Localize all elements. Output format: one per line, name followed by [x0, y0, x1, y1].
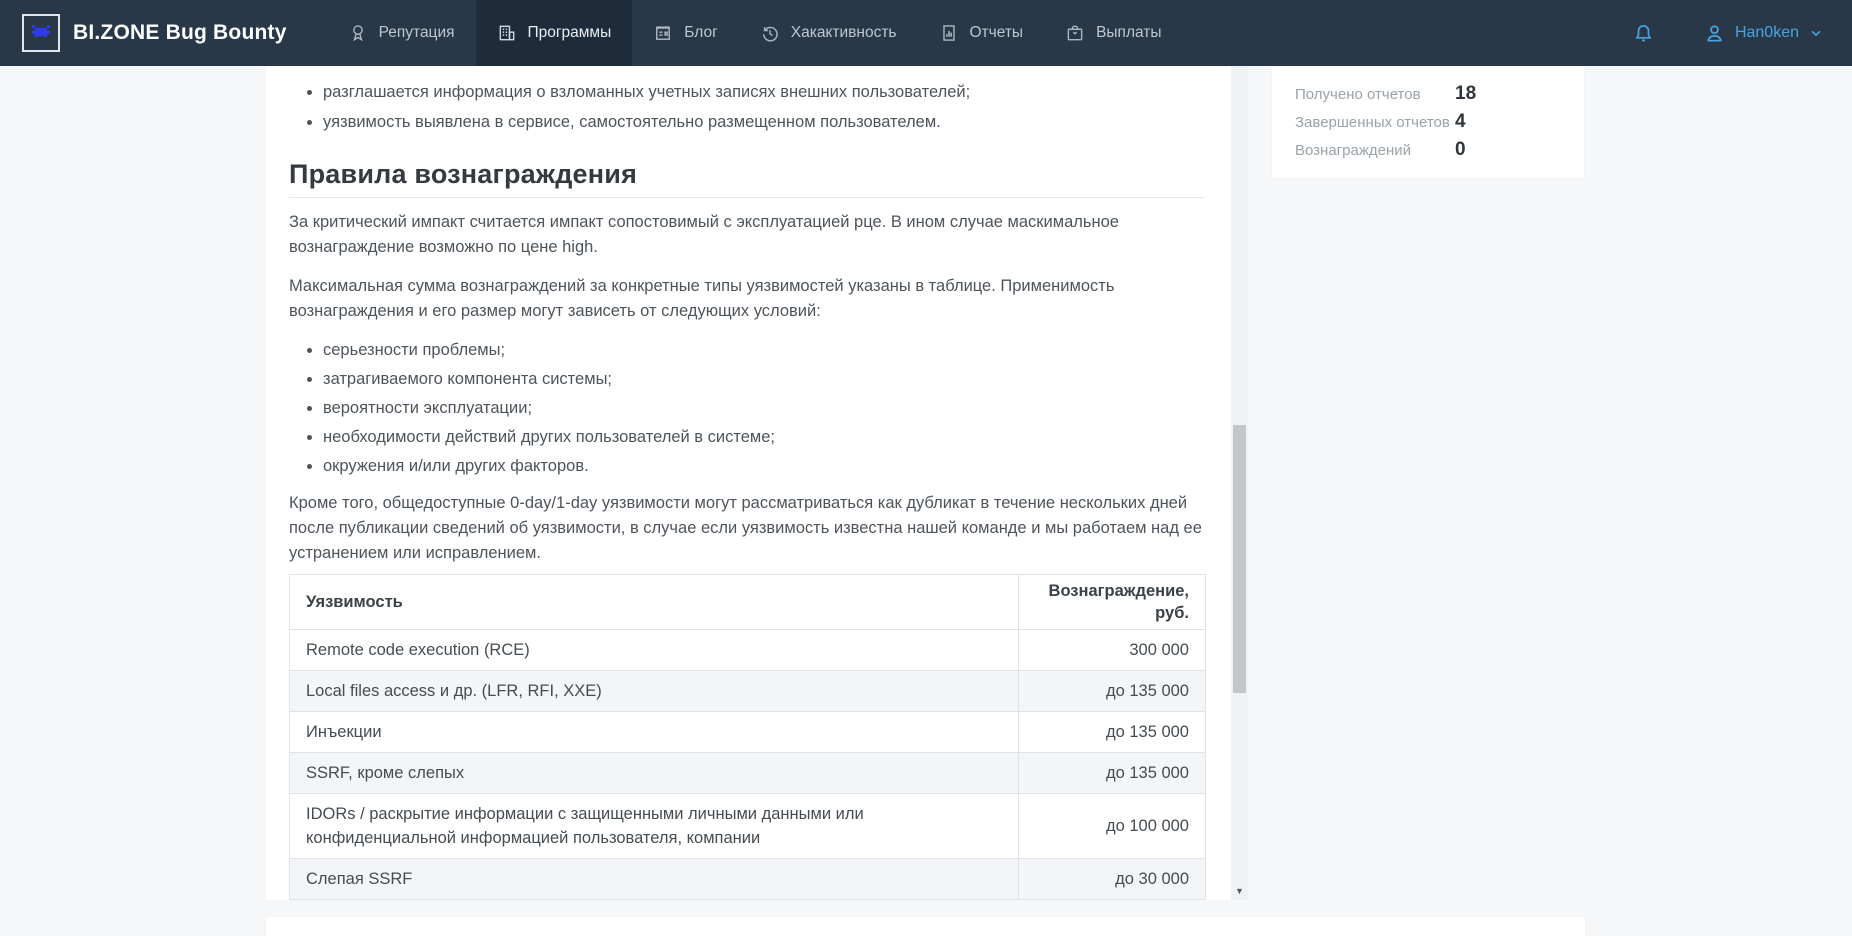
table-row: Инъекции до 135 000 — [290, 712, 1206, 753]
stat-reports-received: Получено отчетов 18 — [1295, 80, 1561, 108]
nav-item-label: Отчеты — [970, 24, 1024, 42]
nav-right: Han0ken — [1608, 0, 1852, 66]
chevron-down-icon — [1808, 25, 1824, 41]
bug-icon — [30, 23, 52, 43]
nav-item-label: Выплаты — [1096, 24, 1161, 42]
nav-item-label: Хакактивность — [791, 24, 897, 42]
program-stats-panel: Получено отчетов 18 Завершенных отчетов … — [1272, 66, 1584, 178]
notifications-button[interactable] — [1608, 22, 1679, 45]
nav-item-label: Блог — [684, 24, 718, 42]
vulnerability-cell: Local files access и др. (LFR, RFI, XXE) — [290, 671, 1019, 712]
username: Han0ken — [1735, 24, 1799, 42]
reward-cell: до 135 000 — [1019, 753, 1206, 794]
vulnerability-cell: Инъекции — [290, 712, 1019, 753]
reward-cell: до 135 000 — [1019, 712, 1206, 753]
person-icon — [1703, 22, 1726, 45]
rewards-table: Уязвимость Вознаграждение, руб. Remote c… — [289, 574, 1206, 900]
table-row: SSRF, кроме слепых до 135 000 — [290, 753, 1206, 794]
list-item: окружения и/или других факторов. — [323, 454, 1205, 479]
report-icon — [939, 23, 959, 43]
medal-icon — [348, 23, 368, 43]
page: BI.ZONE Bug Bounty Репутация — [0, 0, 1852, 936]
stat-label: Вознаграждений — [1295, 142, 1411, 159]
list-item: уязвимость выявлена в сервисе, самостоят… — [323, 110, 1205, 135]
nav-item-reports[interactable]: Отчеты — [918, 0, 1045, 66]
nav-item-blog[interactable]: Блог — [632, 0, 739, 66]
reward-cell: до 30 000 — [1019, 859, 1206, 900]
next-section-card — [266, 917, 1585, 936]
stat-value: 18 — [1455, 83, 1476, 105]
reward-cell: до 100 000 — [1019, 794, 1206, 859]
vulnerability-cell: IDORs / раскрытие информации с защищенны… — [290, 794, 1019, 859]
list-item: необходимости действий других пользовате… — [323, 425, 1205, 450]
stat-reports-completed: Завершенных отчетов 4 — [1295, 108, 1561, 136]
exclusions-list: разглашается информация о взломанных уче… — [323, 80, 1205, 135]
history-icon — [760, 23, 780, 43]
program-description-panel: разглашается информация о взломанных уче… — [266, 66, 1248, 900]
nav-item-programs[interactable]: Программы — [476, 0, 633, 66]
stat-label: Завершенных отчетов — [1295, 114, 1450, 131]
scrollbar-thumb[interactable] — [1233, 425, 1246, 693]
brand[interactable]: BI.ZONE Bug Bounty — [0, 0, 287, 66]
nav-item-reputation[interactable]: Репутация — [327, 0, 476, 66]
reward-cell: 300 000 — [1019, 630, 1206, 671]
conditions-list: серьезности проблемы; затрагиваемого ком… — [323, 338, 1205, 479]
section-divider — [289, 197, 1205, 198]
vulnerability-cell: Remote code execution (RCE) — [290, 630, 1019, 671]
table-row: Слепая SSRF до 30 000 — [290, 859, 1206, 900]
table-row-partial — [290, 900, 1206, 901]
user-menu[interactable]: Han0ken — [1679, 22, 1836, 45]
bizone-logo — [22, 14, 60, 52]
stat-value: 4 — [1455, 111, 1466, 133]
description-scrollbar[interactable]: ▼ — [1231, 66, 1248, 900]
list-item: серьезности проблемы; — [323, 338, 1205, 363]
bell-icon — [1632, 22, 1655, 45]
table-row: Remote code execution (RCE) 300 000 — [290, 630, 1206, 671]
table-row: IDORs / раскрытие информации с защищенны… — [290, 794, 1206, 859]
vulnerability-cell: SSRF, кроме слепых — [290, 753, 1019, 794]
section-title: Правила вознаграждения — [289, 157, 1205, 191]
stat-rewards: Вознаграждений 0 — [1295, 136, 1561, 164]
paragraph-max-reward: Максимальная сумма вознаграждений за кон… — [289, 274, 1205, 324]
paragraph-zero-day: Кроме того, общедоступные 0-day/1-day уя… — [289, 491, 1205, 566]
nav-item-label: Репутация — [379, 24, 455, 42]
stat-value: 0 — [1455, 139, 1466, 161]
column-header-reward: Вознаграждение, руб. — [1019, 575, 1206, 630]
building-icon — [497, 23, 517, 43]
nav-item-hacktivity[interactable]: Хакактивность — [739, 0, 918, 66]
brand-title: BI.ZONE Bug Bounty — [73, 21, 287, 45]
vulnerability-cell: Слепая SSRF — [290, 859, 1019, 900]
table-header-row: Уязвимость Вознаграждение, руб. — [290, 575, 1206, 630]
column-header-vulnerability: Уязвимость — [290, 575, 1019, 630]
scroll-down-button[interactable]: ▼ — [1231, 884, 1248, 898]
list-item: затрагиваемого компонента системы; — [323, 367, 1205, 392]
paragraph-critical-impact: За критический импакт считается импакт с… — [289, 210, 1205, 260]
stat-label: Получено отчетов — [1295, 86, 1421, 103]
table-row: Local files access и др. (LFR, RFI, XXE)… — [290, 671, 1206, 712]
news-icon — [653, 23, 673, 43]
nav-item-label: Программы — [528, 24, 612, 42]
list-item: вероятности эксплуатации; — [323, 396, 1205, 421]
top-navbar: BI.ZONE Bug Bounty Репутация — [0, 0, 1852, 66]
list-item: разглашается информация о взломанных уче… — [323, 80, 1205, 105]
reward-cell: до 135 000 — [1019, 671, 1206, 712]
main-nav: Репутация Программы — [327, 0, 1183, 66]
briefcase-icon — [1065, 23, 1085, 43]
nav-item-payments[interactable]: Выплаты — [1044, 0, 1182, 66]
